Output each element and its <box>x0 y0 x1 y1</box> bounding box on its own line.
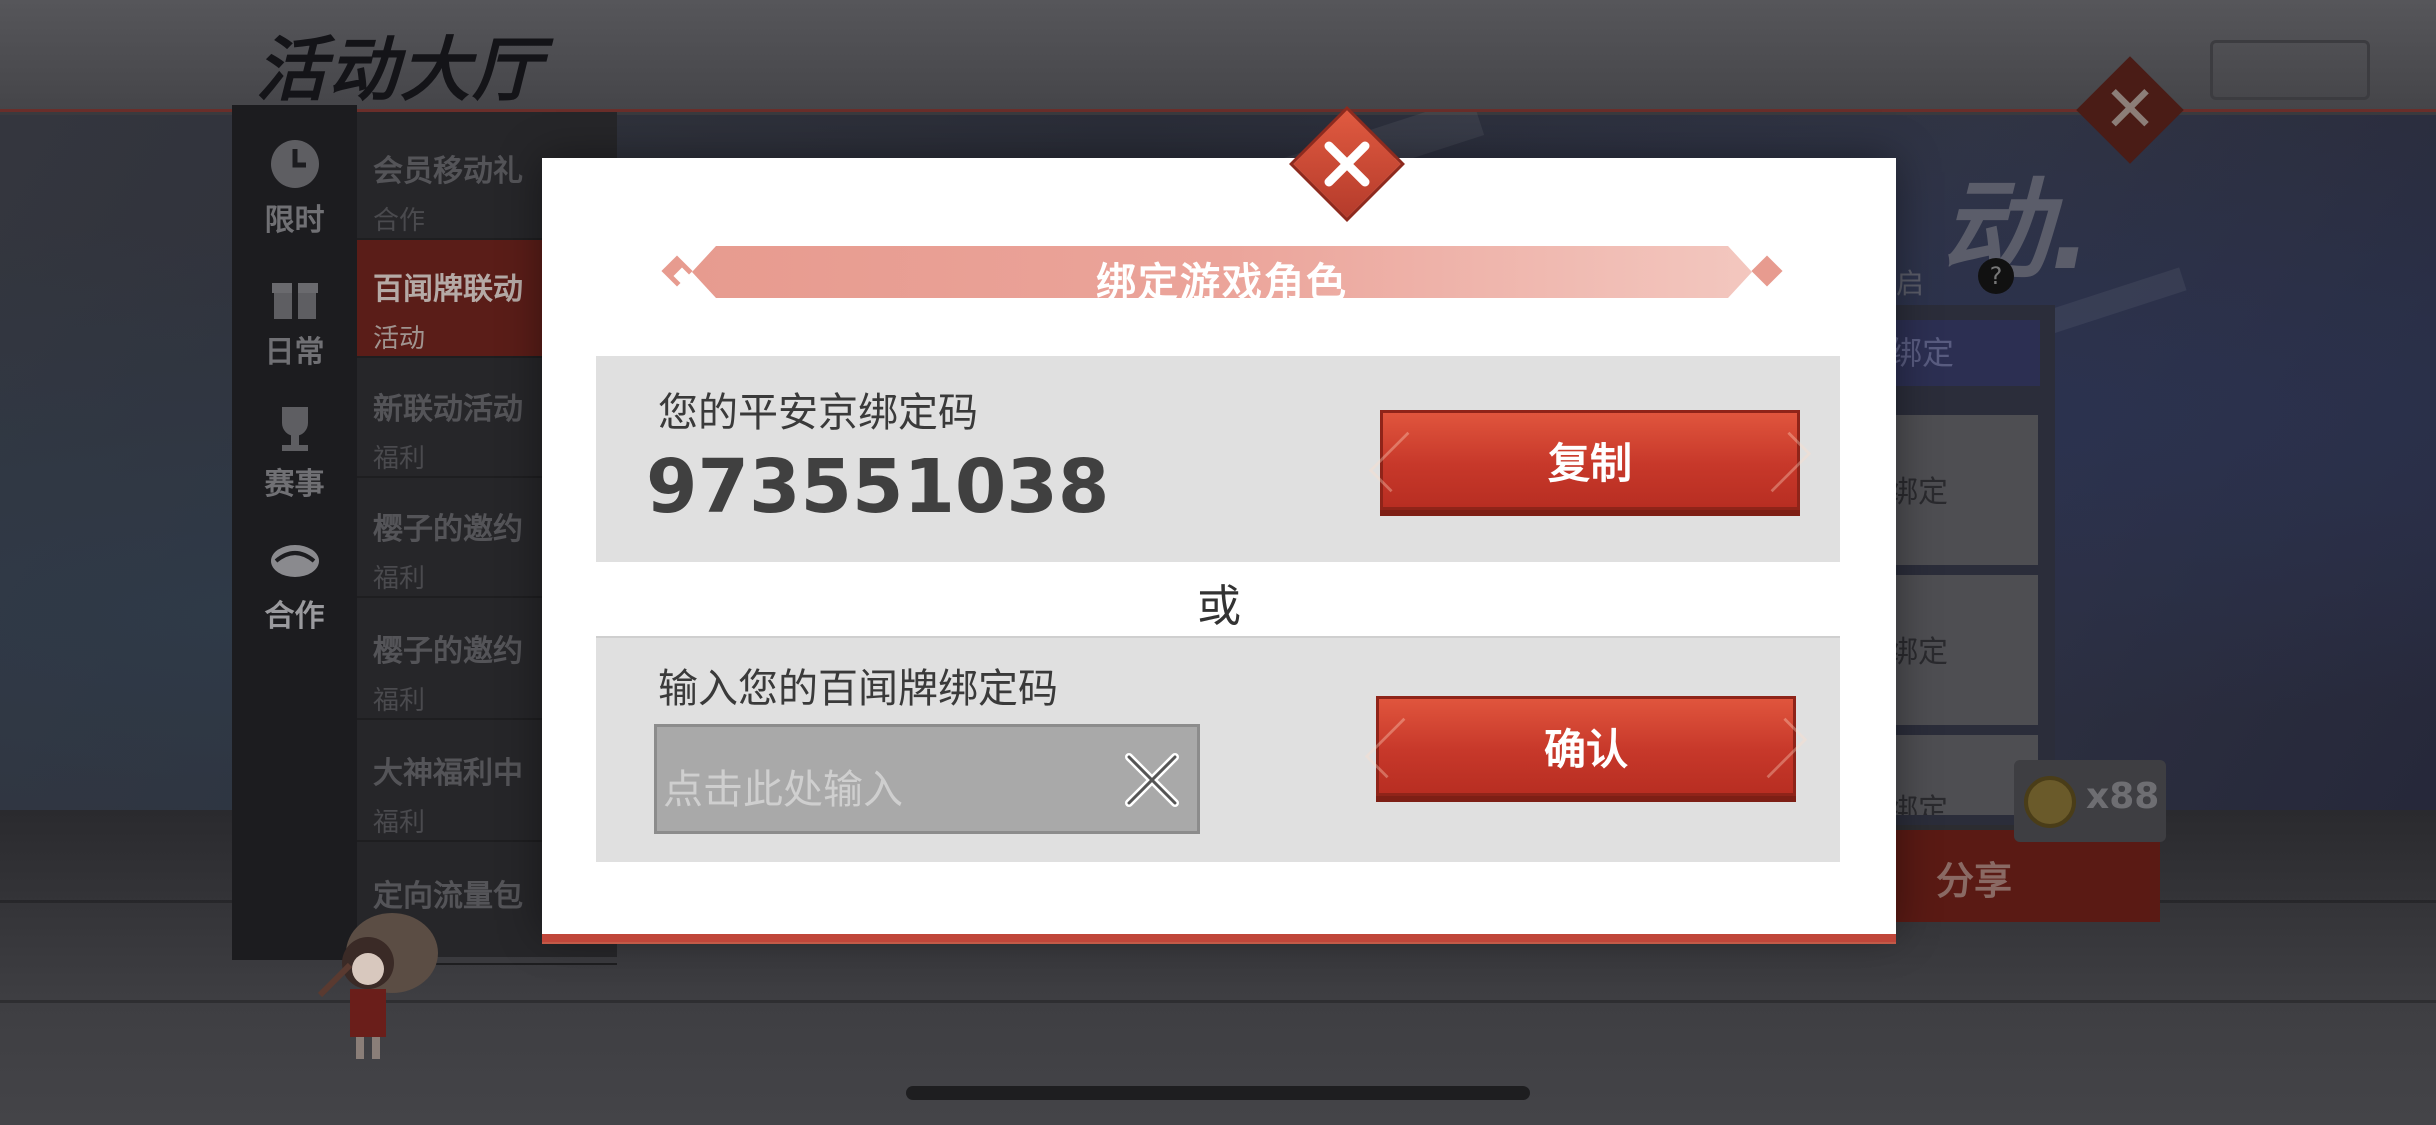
home-indicator[interactable] <box>906 1086 1530 1100</box>
bind-code-input[interactable]: 点击此处输入 <box>654 724 1200 834</box>
confirm-button-label: 确认 <box>1543 724 1628 774</box>
coin-count: x88 <box>2086 776 2160 817</box>
nav-label: 日常 <box>264 335 325 370</box>
share-label: 分享 <box>1936 859 2013 903</box>
banner-headline: 动. <box>1940 166 2092 294</box>
dialog-bottom-stripe <box>542 934 1896 942</box>
close-icon: ✕ <box>2103 73 2157 147</box>
top-right-frame <box>2210 40 2370 100</box>
nav-item-events[interactable]: 赛事 <box>232 399 357 503</box>
input-label: 输入您的百闻牌绑定码 <box>658 666 1058 712</box>
bind-role-dialog: 绑定游戏角色 您的平安京绑定码 973551038 复制 或 输入您的百闻牌绑定… <box>542 158 1896 942</box>
handshake-icon <box>270 545 319 577</box>
page-title: 活动大厅 <box>256 29 544 111</box>
dialog-title-ribbon: 绑定游戏角色 <box>661 244 1783 306</box>
nav-label: 合作 <box>264 599 325 634</box>
bind-code-value: 973551038 <box>646 444 1110 530</box>
close-icon <box>1324 141 1370 187</box>
trophy-icon <box>281 407 308 451</box>
copy-button[interactable]: 复制 <box>1380 410 1800 510</box>
nav-label: 限时 <box>264 203 325 238</box>
or-divider: 或 <box>1197 581 1241 632</box>
help-icon[interactable]: ? <box>1978 258 2014 294</box>
copy-button-label: 复制 <box>1547 438 1632 488</box>
banner-caption: 启 <box>1896 267 1925 300</box>
dialog-title: 绑定游戏角色 <box>1096 260 1348 306</box>
bind-card[interactable]: 绑定 <box>1880 415 2038 565</box>
confirm-button[interactable]: 确认 <box>1376 696 1796 796</box>
nav-item-limited[interactable]: 限时 <box>232 135 357 239</box>
coin-icon <box>2024 776 2076 828</box>
clear-input-icon[interactable] <box>1121 749 1183 811</box>
code-section: 您的平安京绑定码 973551038 复制 <box>596 356 1840 562</box>
input-placeholder: 点击此处输入 <box>663 767 903 813</box>
chibi-character-avatar[interactable] <box>300 905 450 1075</box>
share-button[interactable]: 分享 <box>1890 830 2160 922</box>
input-section: 输入您的百闻牌绑定码 点击此处输入 确认 <box>596 636 1840 862</box>
bind-tab[interactable]: 绑定 <box>1880 320 2040 386</box>
nav-item-daily[interactable]: 日常 <box>232 267 357 371</box>
bind-card[interactable]: 绑定 <box>1880 575 2038 725</box>
gift-icon <box>271 283 318 319</box>
nav-label: 赛事 <box>264 467 325 502</box>
coin-counter: x88 <box>2014 760 2166 842</box>
dialog-close-button[interactable] <box>1293 110 1401 218</box>
nav-item-cooperation[interactable]: 合作 <box>232 531 357 635</box>
side-nav: 限时 日常 赛事 合作 <box>232 105 357 960</box>
clock-icon <box>270 140 319 188</box>
code-label: 您的平安京绑定码 <box>658 390 978 436</box>
